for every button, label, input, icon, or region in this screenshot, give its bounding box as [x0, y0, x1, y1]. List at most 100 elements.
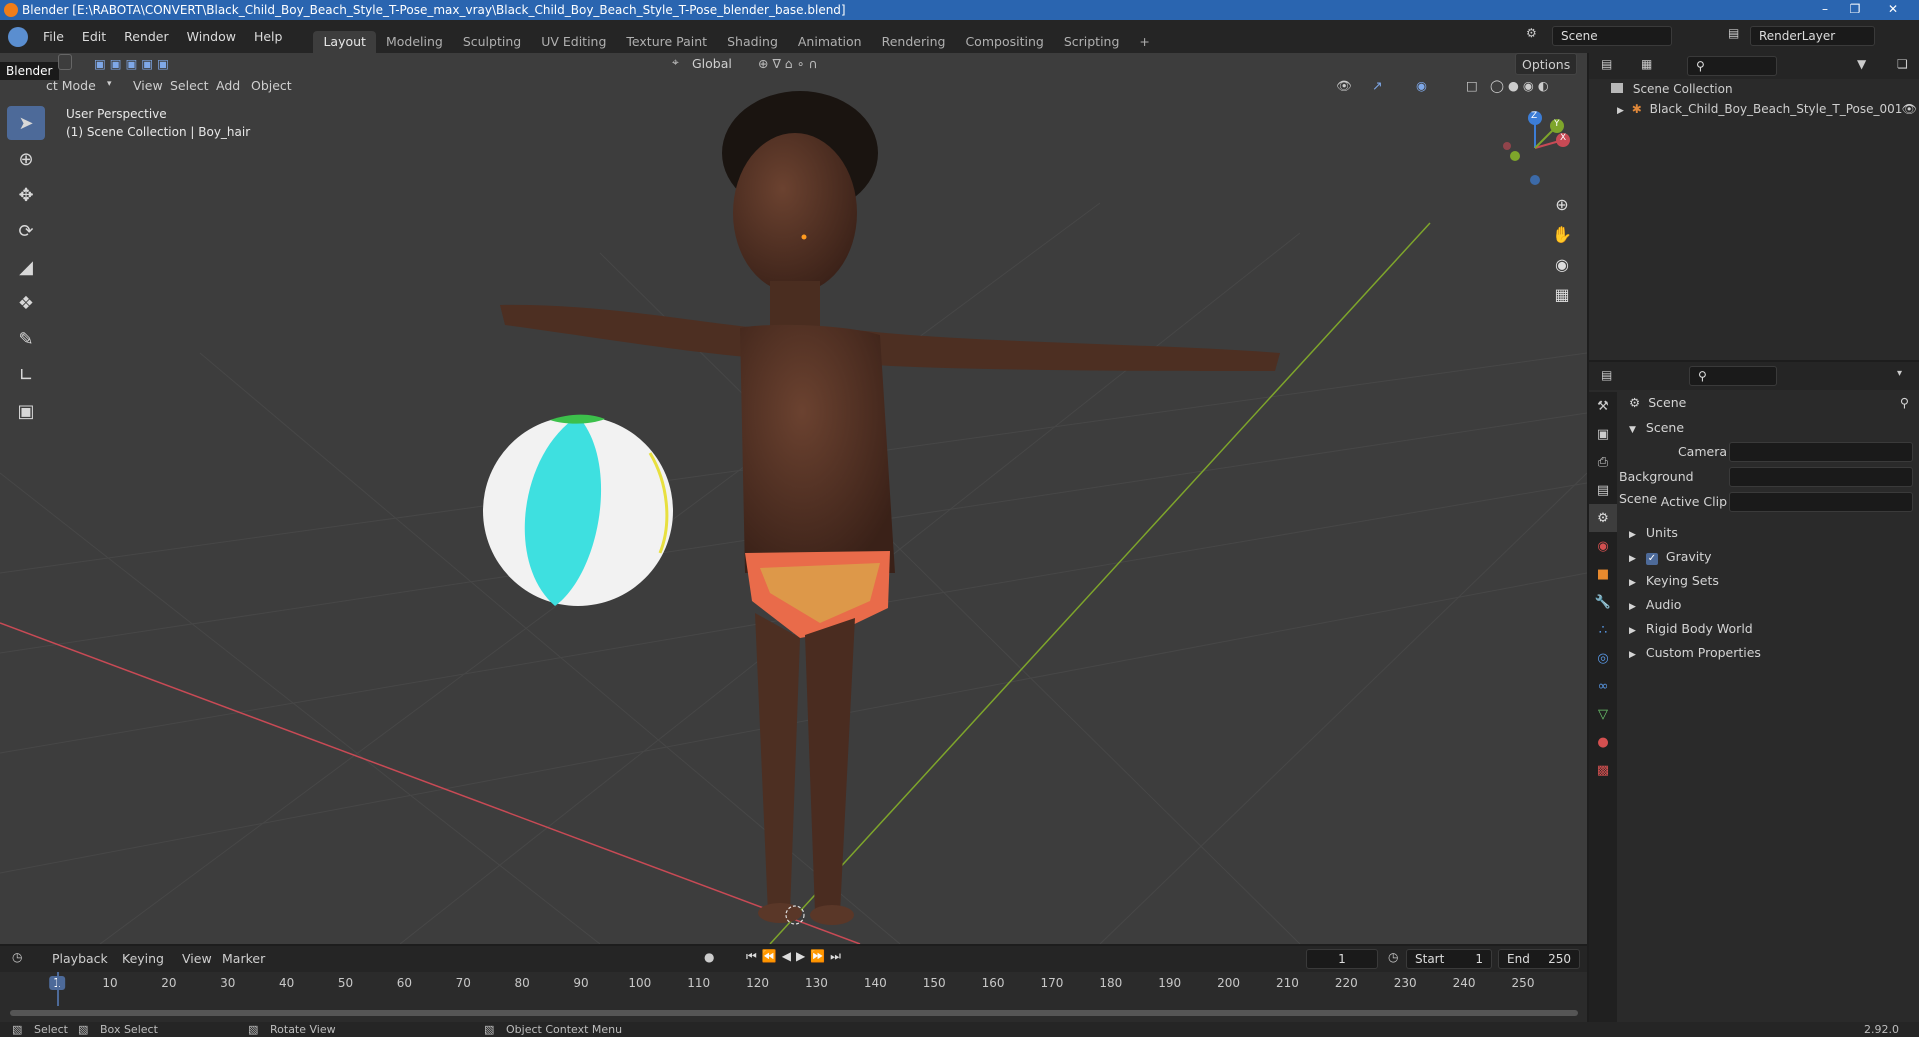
tab-rendering[interactable]: Rendering	[872, 31, 956, 53]
xray-icon[interactable]: □	[1460, 75, 1484, 97]
filter-icon[interactable]: ▼	[1857, 57, 1866, 71]
current-frame-field[interactable]: 1	[1306, 949, 1378, 969]
render-tab-icon[interactable]: ▣	[1589, 420, 1617, 448]
minimize-icon[interactable]: –	[1812, 0, 1838, 20]
menu-window[interactable]: Window	[178, 20, 245, 53]
renderlayer-field[interactable]: RenderLayer	[1750, 26, 1875, 46]
editor-type-icon[interactable]: ▤	[1601, 57, 1612, 71]
ortho-grid-icon[interactable]: ▦	[1548, 280, 1576, 308]
expand-arrow-icon[interactable]: ▶	[1617, 106, 1624, 116]
viewport-menu-view[interactable]: View	[127, 75, 169, 97]
camera-field[interactable]	[1729, 442, 1913, 462]
timeline-menu-playback[interactable]: Playback	[46, 948, 114, 970]
playback-controls-icon[interactable]: ⏮⏪◀▶⏩⏭	[746, 949, 846, 964]
chevron-down-icon[interactable]: ▾	[1897, 368, 1902, 379]
zoom-icon[interactable]: ⊕	[1548, 190, 1576, 218]
pivot-icon[interactable]: ⊕ ∇ ⌂ ∘ ∩	[752, 53, 824, 75]
menu-file[interactable]: File	[34, 20, 73, 53]
playhead[interactable]	[57, 972, 59, 1006]
units-panel-header[interactable]: ▶ Units	[1619, 522, 1913, 544]
restore-icon[interactable]: ❐	[1842, 0, 1868, 20]
tab-sculpting[interactable]: Sculpting	[453, 31, 531, 53]
keying-sets-panel-header[interactable]: ▶ Keying Sets	[1619, 570, 1913, 592]
overlay-toggle-icon[interactable]: ◉	[1410, 75, 1433, 97]
close-icon[interactable]: ✕	[1880, 0, 1906, 20]
gravity-panel-header[interactable]: ▶ ✓ Gravity	[1619, 546, 1913, 568]
eye-icon[interactable]: 👁	[1902, 99, 1917, 119]
menu-edit[interactable]: Edit	[73, 20, 115, 53]
tab-texture-paint[interactable]: Texture Paint	[616, 31, 717, 53]
audio-panel-header[interactable]: ▶ Audio	[1619, 594, 1913, 616]
blender-menu-icon[interactable]	[8, 26, 28, 47]
pin-icon[interactable]: ⚲	[1900, 392, 1909, 414]
object-tab-icon[interactable]: ■	[1589, 560, 1617, 588]
physics-tab-icon[interactable]: ◎	[1589, 644, 1617, 672]
material-tab-icon[interactable]: ●	[1589, 728, 1617, 756]
viewport-menu-object[interactable]: Object	[245, 75, 298, 97]
outliner-search-input[interactable]: ⚲	[1687, 56, 1777, 76]
timeline-editor[interactable]: ◷ Playback Keying View Marker ● ⏮⏪◀▶⏩⏭ 1…	[0, 946, 1587, 1022]
timeline-menu-view[interactable]: View	[176, 948, 218, 970]
beach-ball[interactable]	[483, 414, 673, 606]
selection-mode-icons[interactable]: ▣ ▣ ▣ ▣ ▣	[88, 53, 175, 75]
tab-animation[interactable]: Animation	[788, 31, 872, 53]
constraints-tab-icon[interactable]: ∞	[1589, 672, 1617, 700]
add-workspace-icon[interactable]: +	[1129, 31, 1159, 53]
new-collection-icon[interactable]: ❏	[1897, 57, 1908, 71]
data-tab-icon[interactable]: ▽	[1589, 700, 1617, 728]
tab-compositing[interactable]: Compositing	[955, 31, 1053, 53]
editor-type-icon[interactable]: ▤	[1601, 368, 1612, 382]
tab-modeling[interactable]: Modeling	[376, 31, 453, 53]
scene-tab-icon[interactable]: ⚙	[1589, 504, 1617, 532]
custom-properties-panel-header[interactable]: ▶ Custom Properties	[1619, 642, 1913, 664]
viewport-menu-add[interactable]: Add	[210, 75, 246, 97]
timeline-menu-marker[interactable]: Marker	[216, 948, 271, 970]
world-tab-icon[interactable]: ◉	[1589, 532, 1617, 560]
tool-tab-icon[interactable]: ⚒	[1589, 392, 1617, 420]
view-layer-tab-icon[interactable]: ▤	[1589, 476, 1617, 504]
timeline-menu-keying[interactable]: Keying	[116, 948, 170, 970]
tab-shading[interactable]: Shading	[717, 31, 788, 53]
shading-mode-icons[interactable]: ◯ ● ◉ ◐	[1484, 75, 1555, 97]
display-mode-icon[interactable]: ▦	[1641, 57, 1652, 71]
outliner-object-row[interactable]: ▶ ✱ Black_Child_Boy_Beach_Style_T_Pose_0…	[1617, 99, 1917, 119]
options-dropdown[interactable]: Options	[1515, 53, 1578, 75]
tab-scripting[interactable]: Scripting	[1054, 31, 1130, 53]
properties-search-input[interactable]: ⚲	[1689, 366, 1777, 386]
tab-uv-editing[interactable]: UV Editing	[531, 31, 616, 53]
end-frame-field[interactable]: End 250	[1498, 949, 1580, 969]
modifier-tab-icon[interactable]: 🔧	[1589, 588, 1617, 616]
viewport-menu-select[interactable]: Select	[164, 75, 215, 97]
transform-orientation-dropdown[interactable]: Global	[686, 53, 738, 75]
visibility-icon[interactable]: 👁	[1330, 75, 1358, 97]
interaction-mode-dropdown[interactable]: ct Mode	[40, 75, 102, 97]
menu-render[interactable]: Render	[115, 20, 178, 53]
tab-layout[interactable]: Layout	[313, 31, 376, 53]
output-tab-icon[interactable]: ⎙	[1589, 448, 1617, 476]
pan-hand-icon[interactable]: ✋	[1548, 220, 1576, 248]
record-icon[interactable]: ●	[704, 950, 714, 964]
add-cube-tool-icon[interactable]: ▣	[7, 394, 45, 428]
select-box-tool-icon[interactable]: ➤	[7, 106, 45, 140]
camera-view-icon[interactable]: ◉	[1548, 250, 1576, 278]
rigid-body-world-panel-header[interactable]: ▶ Rigid Body World	[1619, 618, 1913, 640]
select-mode-cursor-icon[interactable]	[58, 54, 72, 70]
clock-icon[interactable]: ◷	[12, 950, 22, 964]
annotate-tool-icon[interactable]: ✎	[7, 322, 45, 356]
scene-selector-icon[interactable]: ⚙	[1526, 26, 1537, 40]
scene-field[interactable]: Scene	[1552, 26, 1672, 46]
rotate-tool-icon[interactable]: ⟳	[7, 214, 45, 248]
move-tool-icon[interactable]: ✥	[7, 178, 45, 212]
measure-tool-icon[interactable]: ∟	[7, 358, 45, 392]
start-frame-field[interactable]: Start 1	[1406, 949, 1492, 969]
background-scene-field[interactable]	[1729, 467, 1913, 487]
gravity-checkbox[interactable]: ✓	[1645, 553, 1658, 565]
scene-panel-header[interactable]: ▼ Scene	[1619, 417, 1913, 439]
gizmo-toggle-icon[interactable]: ↗	[1366, 75, 1388, 97]
texture-tab-icon[interactable]: ▩	[1589, 756, 1617, 784]
menu-help[interactable]: Help	[245, 20, 292, 53]
renderlayer-icon[interactable]: ▤	[1728, 26, 1739, 40]
cursor-tool-icon[interactable]: ⊕	[7, 142, 45, 176]
3d-viewport[interactable]: User Perspective (1) Scene Collection | …	[0, 53, 1587, 944]
transform-tool-icon[interactable]: ❖	[7, 286, 45, 320]
